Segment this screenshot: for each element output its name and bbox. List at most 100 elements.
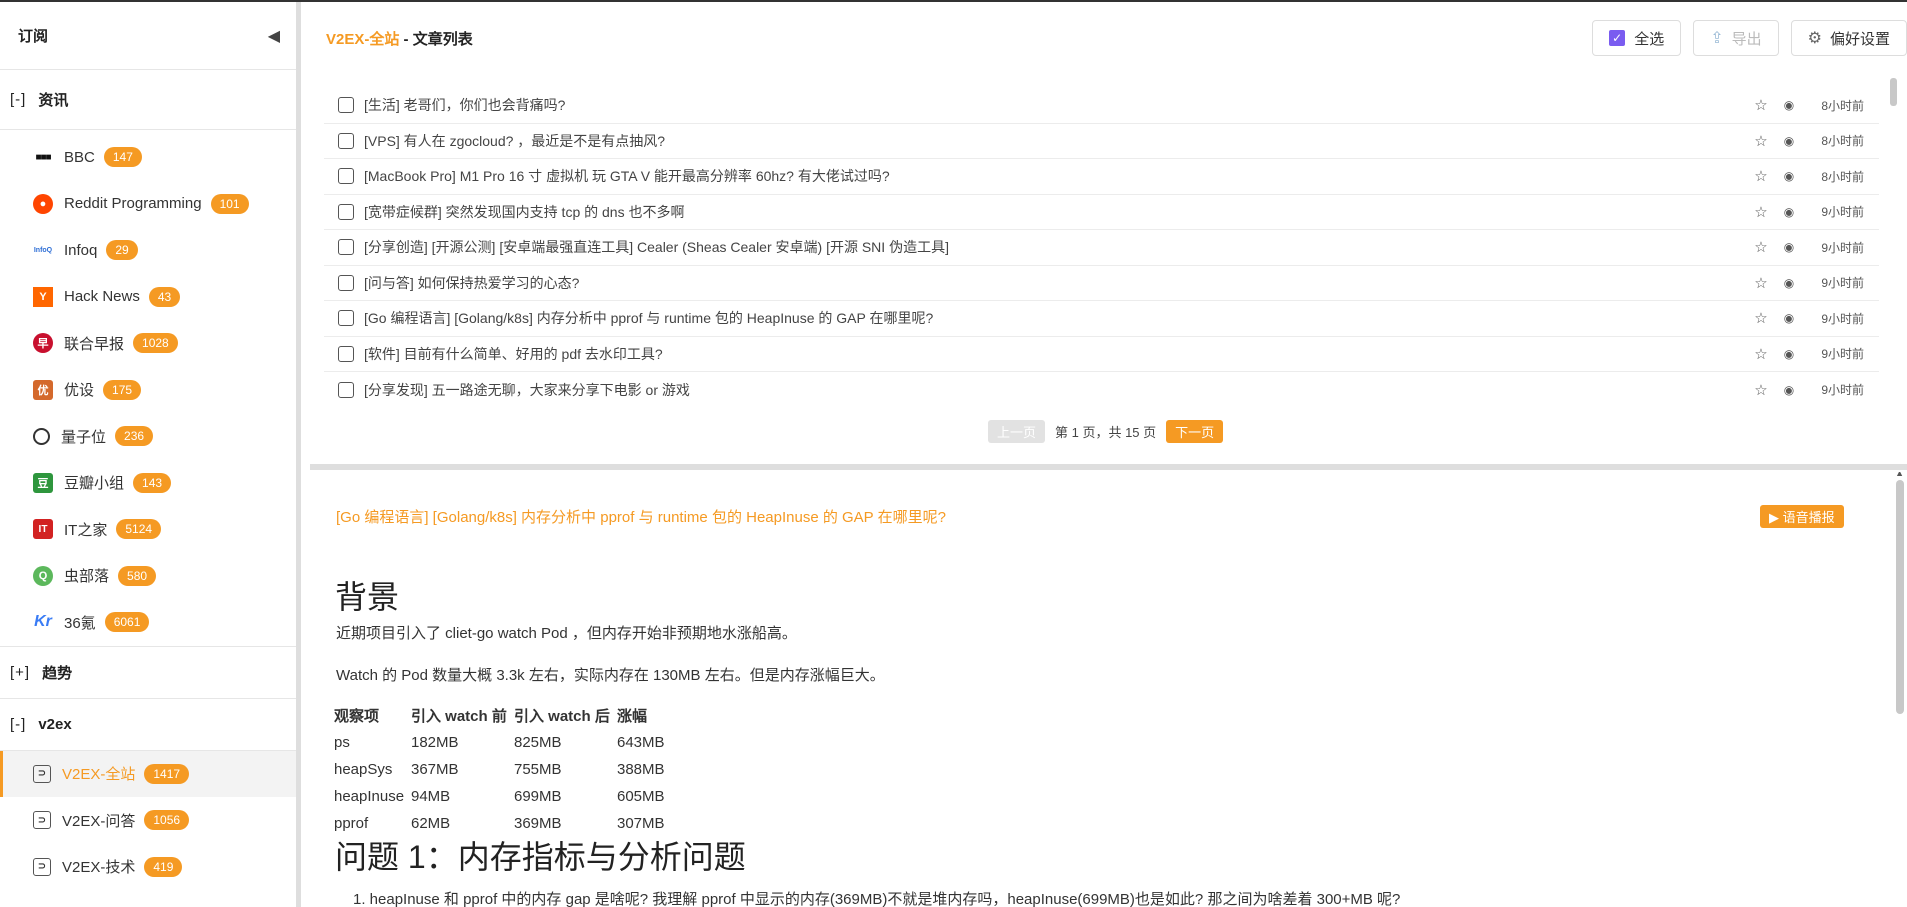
article-row[interactable]: [宽带症候群] 突然发现国内支持 tcp 的 dns 也不多啊 ☆ ◉ 9小时前 [324,195,1879,230]
sidebar-item-36kr[interactable]: Kr 36氪 6061 [0,599,296,646]
table-cell: 367MB [411,761,459,778]
table-cell: ps [334,734,350,751]
star-icon[interactable]: ☆ [1749,132,1773,150]
sidebar-item-bbc[interactable]: ■■■ BBC 147 [0,134,296,181]
article-row[interactable]: [MacBook Pro] M1 Pro 16 寸 虚拟机 玩 GTA V 能开… [324,159,1879,195]
rss-icon[interactable]: ◉ [1778,205,1800,219]
article-row[interactable]: [VPS] 有人在 zgocloud? ，最近是不是有点抽风? ☆ ◉ 8小时前 [324,124,1879,159]
row-checkbox[interactable] [338,97,354,114]
article-row[interactable]: [分享创造] [开源公测] [安卓端最强直连工具] Cealer (Sheas … [324,230,1879,266]
sidebar-item-ithome[interactable]: IT IT之家 5124 [0,506,296,553]
star-icon[interactable]: ☆ [1749,274,1773,292]
row-checkbox[interactable] [338,345,354,362]
group-trends[interactable]: [+] 趋势 [0,645,296,699]
star-icon[interactable]: ☆ [1749,309,1773,327]
group-v2ex[interactable]: [-] v2ex [0,699,296,751]
article-title[interactable]: [分享创造] [开源公测] [安卓端最强直连工具] Cealer (Sheas … [364,237,1749,257]
toolbar-buttons: ✓ 全选 ⇪ 导出 ⚙ 偏好设置 [1592,20,1907,56]
collapse-sidebar-icon[interactable]: ◀ [268,26,280,46]
row-checkbox[interactable] [338,239,354,256]
article-title[interactable]: [VPS] 有人在 zgocloud? ，最近是不是有点抽风? [364,131,1749,151]
prev-page-button[interactable]: 上一页 [988,420,1046,443]
sidebar-item-v2ex-all[interactable]: ⊃ V2EX-全站 1417 [0,750,296,797]
table-header-row: 观察项 引入 watch 前 引入 watch 后 涨幅 [334,702,665,729]
sidebar-item-qbitai[interactable]: 量子位 236 [0,413,296,460]
group-toggle[interactable]: [-] [10,91,26,108]
reader-article-title[interactable]: [Go 编程语言] [Golang/k8s] 内存分析中 pprof 与 run… [336,506,946,527]
row-checkbox[interactable] [338,203,354,220]
group-news[interactable]: [-] 资讯 [0,70,296,130]
sidebar-item-zaobao[interactable]: 早 联合早报 1028 [0,320,296,367]
v2ex-icon: ⊃ [33,764,51,783]
star-icon[interactable]: ☆ [1749,96,1773,114]
scroll-up-icon[interactable]: ▲ [1895,472,1904,478]
star-icon[interactable]: ☆ [1749,167,1773,185]
rss-icon[interactable]: ◉ [1778,311,1800,325]
unread-count-badge: 101 [210,193,249,214]
rss-icon[interactable]: ◉ [1778,98,1800,112]
rss-icon[interactable]: ◉ [1778,169,1800,183]
article-row[interactable]: [生活] 老哥们，你们也会背痛吗? ☆ ◉ 8小时前 [324,88,1879,124]
reddit-icon: ● [33,193,53,214]
reader-scrollbar[interactable] [1896,480,1904,714]
paragraph: 近期项目引入了 cliet-go watch Pod ，但内存开始非预期地水涨船… [336,625,797,642]
star-icon[interactable]: ☆ [1749,203,1773,221]
rss-icon[interactable]: ◉ [1778,383,1800,397]
article-time: 9小时前 [1821,383,1864,398]
sidebar-item-v2ex-qna[interactable]: ⊃ V2EX-问答 1056 [0,797,296,844]
article-title[interactable]: [宽带症候群] 突然发现国内支持 tcp 的 dns 也不多啊 [364,202,1749,222]
export-button[interactable]: ⇪ 导出 [1693,20,1779,56]
export-icon: ⇪ [1710,30,1724,47]
rss-icon[interactable]: ◉ [1778,276,1800,290]
select-all-button[interactable]: ✓ 全选 [1592,20,1682,56]
sidebar-item-chongbuluo[interactable]: Q 虫部落 580 [0,553,296,600]
group-toggle[interactable]: [-] [10,716,26,733]
star-icon[interactable]: ☆ [1749,381,1773,399]
sidebar-header: 订阅 ◀ [0,2,296,70]
group-toggle[interactable]: [+] [10,664,30,681]
sidebar-item-hack-news[interactable]: Y Hack News 43 [0,274,296,321]
star-icon[interactable]: ☆ [1749,238,1773,256]
sidebar-item-douban-group[interactable]: 豆 豆瓣小组 143 [0,460,296,507]
36kr-icon: Kr [34,613,52,631]
star-icon[interactable]: ☆ [1749,345,1773,363]
article-row[interactable]: [问与答] 如何保持热爱学习的心态? ☆ ◉ 9小时前 [324,266,1879,301]
sidebar-item-v2ex-tech[interactable]: ⊃ V2EX-技术 419 [0,844,296,891]
row-checkbox[interactable] [338,274,354,291]
article-row[interactable]: [分享发现] 五一路途无聊，大家来分享下电影 or 游戏 ☆ ◉ 9小时前 [324,372,1879,408]
chongbuluo-icon: Q [33,565,53,586]
rss-icon[interactable]: ◉ [1778,134,1800,148]
voice-broadcast-button[interactable]: ▶ 语音播报 [1760,505,1844,528]
row-checkbox[interactable] [338,168,354,185]
article-list: [生活] 老哥们，你们也会背痛吗? ☆ ◉ 8小时前 [VPS] 有人在 zgo… [324,88,1879,408]
sidebar-title: 订阅 [18,28,49,45]
preferences-button[interactable]: ⚙ 偏好设置 [1790,20,1907,56]
page-info: 第 1 页，共 15 页 [1055,425,1157,440]
rss-icon[interactable]: ◉ [1778,240,1800,254]
feed-name: 虫部落 [64,568,110,586]
article-row[interactable]: [软件] 目前有什么简单、好用的 pdf 去水印工具? ☆ ◉ 9小时前 [324,337,1879,372]
unread-count-badge: 5124 [116,519,162,540]
next-page-button[interactable]: 下一页 [1166,420,1224,443]
reader-resize-handle[interactable] [310,464,1907,470]
article-title[interactable]: [问与答] 如何保持热爱学习的心态? [364,273,1749,293]
article-title[interactable]: [分享发现] 五一路途无聊，大家来分享下电影 or 游戏 [364,380,1749,400]
article-title[interactable]: [MacBook Pro] M1 Pro 16 寸 虚拟机 玩 GTA V 能开… [364,166,1749,186]
row-checkbox[interactable] [338,381,354,398]
uisdc-icon: 优 [33,379,53,400]
sidebar-item-uisdc[interactable]: 优 优设 175 [0,367,296,414]
table-header: 引入 watch 后 [514,708,610,725]
article-list-scrollbar[interactable] [1890,78,1897,106]
article-title[interactable]: [生活] 老哥们，你们也会背痛吗? [364,95,1749,115]
row-checkbox[interactable] [338,310,354,327]
sidebar-item-reddit-programming[interactable]: ● Reddit Programming 101 [0,181,296,228]
table-cell: 605MB [617,788,665,805]
row-checkbox[interactable] [338,132,354,149]
article-row[interactable]: [Go 编程语言] [Golang/k8s] 内存分析中 pprof 与 run… [324,301,1879,337]
article-title[interactable]: [Go 编程语言] [Golang/k8s] 内存分析中 pprof 与 run… [364,308,1749,328]
sidebar-item-infoq[interactable]: InfoQ Infoq 29 [0,227,296,274]
article-title[interactable]: [软件] 目前有什么简单、好用的 pdf 去水印工具? [364,344,1749,364]
feed-name: 豆瓣小组 [64,475,125,493]
rss-icon[interactable]: ◉ [1778,347,1800,361]
current-source: V2EX-全站 [326,30,400,48]
